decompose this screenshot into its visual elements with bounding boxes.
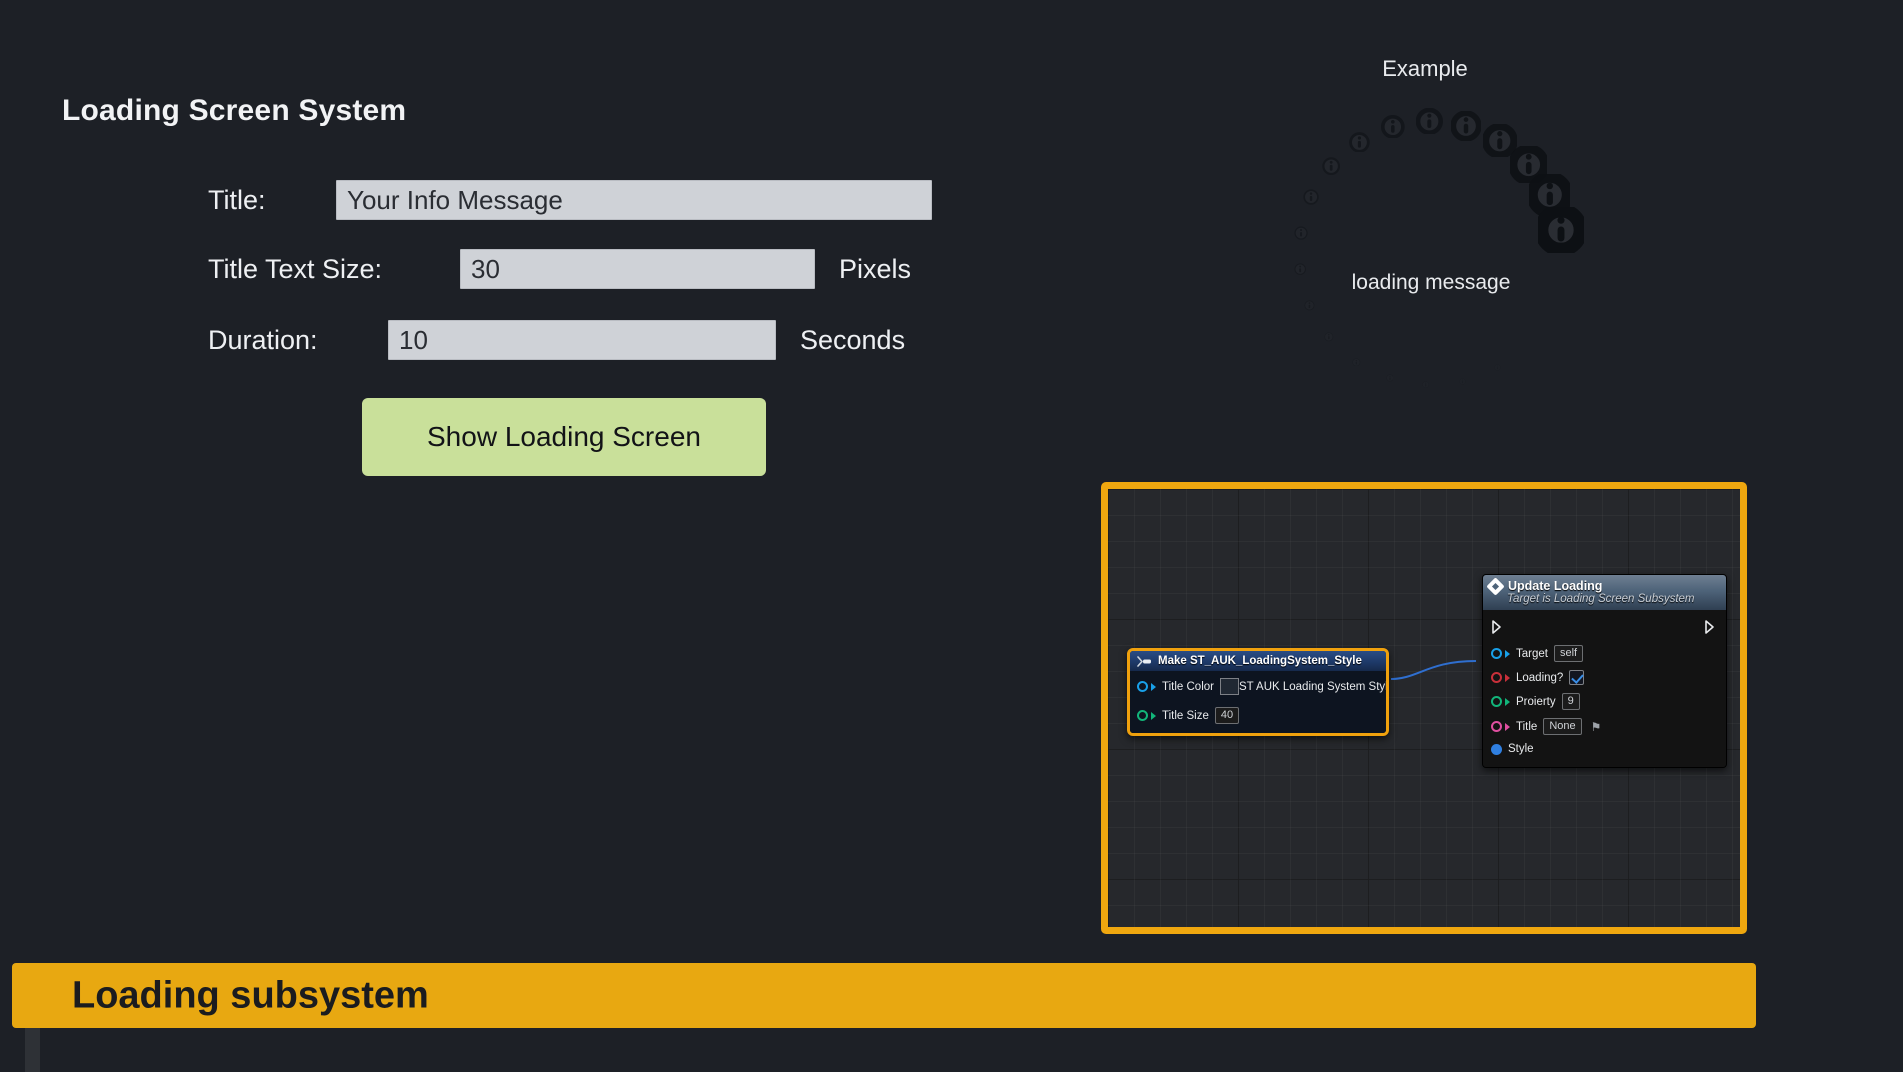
- proierty-pin-label: Proierty: [1516, 695, 1556, 708]
- example-heading: Example: [1382, 56, 1468, 81]
- bp-pin-proierty[interactable]: Proierty 9: [1483, 689, 1726, 714]
- info-icon: [1352, 357, 1361, 367]
- bp-node-subtitle: Target is Loading Screen Subsystem: [1507, 593, 1695, 605]
- title-color-label: Title Color: [1162, 680, 1214, 693]
- info-icon: [1416, 107, 1444, 135]
- exec-pin-row: [1483, 616, 1726, 641]
- info-icon: [1422, 381, 1430, 389]
- info-icon: [1304, 300, 1315, 311]
- target-pin-arrow: [1505, 649, 1510, 658]
- bp-node-body: Target self Loading? Proierty 9 Title No…: [1483, 610, 1726, 767]
- bp-node-make-style[interactable]: Make ST_AUK_LoadingSystem_Style Title Co…: [1127, 648, 1389, 736]
- title-color-pin-icon[interactable]: [1137, 681, 1148, 692]
- title-pin-value[interactable]: None: [1543, 718, 1582, 735]
- info-icon: [1381, 114, 1405, 139]
- diamond-icon: [1486, 576, 1505, 596]
- duration-input[interactable]: [388, 320, 776, 360]
- info-icon: [1322, 157, 1341, 176]
- unit-seconds: Seconds: [800, 324, 906, 355]
- exec-in-pin[interactable]: [1491, 619, 1505, 635]
- bp-make-header: Make ST_AUK_LoadingSystem_Style: [1130, 651, 1386, 671]
- title-size-value[interactable]: 40: [1214, 707, 1240, 724]
- proierty-pin-value[interactable]: 9: [1561, 693, 1580, 710]
- bp-pin-target[interactable]: Target self: [1483, 641, 1726, 666]
- target-pin-icon[interactable]: [1491, 648, 1502, 659]
- proierty-pin-arrow: [1505, 697, 1510, 706]
- info-icon: [1324, 332, 1334, 342]
- style-pin-icon[interactable]: [1491, 743, 1502, 755]
- form-row-title-size: Title Text Size: Pixels: [208, 249, 911, 289]
- title-size-label: Title Size: [1162, 709, 1209, 722]
- form-row-duration: Duration: Seconds: [208, 320, 905, 360]
- title-pin-arrow: [1505, 722, 1510, 731]
- bp-make-row-title-color: Title Color ST AUK Loading System Style: [1130, 678, 1386, 695]
- exec-out-pin[interactable]: [1704, 619, 1718, 635]
- unit-pixels: Pixels: [839, 253, 912, 284]
- form-row-title: Title:: [208, 180, 932, 220]
- bottom-banner-text: Loading subsystem: [72, 974, 429, 1016]
- blueprint-graph-panel[interactable]: Update Loading Target is Loading Screen …: [1101, 482, 1747, 934]
- style-pin-label: Style: [1508, 743, 1534, 755]
- bp-node-header: Update Loading Target is Loading Screen …: [1483, 575, 1726, 610]
- loading-spinner: loading message: [1271, 90, 1591, 420]
- info-icon: [1451, 110, 1482, 141]
- loading-pin-label: Loading?: [1516, 671, 1564, 684]
- bp-make-body: Title Color ST AUK Loading System Style: [1130, 671, 1386, 733]
- title-pin-label: Title: [1516, 720, 1538, 733]
- info-icon: [1293, 225, 1308, 240]
- label-title: Title:: [208, 184, 266, 215]
- show-loading-screen-button[interactable]: Show Loading Screen: [362, 398, 766, 476]
- flag-icon[interactable]: ⚑: [1591, 720, 1602, 734]
- loading-pin-arrow: [1505, 673, 1510, 682]
- bp-pin-title[interactable]: Title None ⚑: [1483, 714, 1726, 739]
- title-color-pin-arrow: [1151, 682, 1156, 691]
- title-input[interactable]: [336, 180, 932, 220]
- title-size-pin-arrow: [1151, 711, 1156, 720]
- info-icon: [1385, 374, 1394, 382]
- loading-checkbox[interactable]: [1569, 670, 1585, 685]
- info-icon: [1303, 189, 1320, 205]
- bp-pin-style[interactable]: Style: [1483, 739, 1726, 759]
- target-pin-label: Target: [1516, 647, 1548, 660]
- bp-make-title: Make ST_AUK_LoadingSystem_Style: [1158, 655, 1362, 667]
- make-struct-icon: [1137, 655, 1151, 667]
- label-title-text-size: Title Text Size:: [208, 253, 383, 284]
- loading-pin-icon[interactable]: [1491, 672, 1502, 683]
- bp-node-title: Update Loading: [1508, 579, 1603, 593]
- title-pin-icon[interactable]: [1491, 721, 1502, 732]
- app-root: Loading Screen System Title: Title Text …: [0, 0, 1903, 1072]
- bp-node-update-loading[interactable]: Update Loading Target is Loading Screen …: [1482, 574, 1727, 768]
- proierty-pin-icon[interactable]: [1491, 696, 1502, 707]
- make-output-label: ST AUK Loading System Style: [1238, 680, 1389, 693]
- title-size-pin-icon[interactable]: [1137, 710, 1148, 721]
- info-icon: [1294, 263, 1306, 276]
- bottom-banner: Loading subsystem: [12, 963, 1756, 1028]
- title-color-swatch[interactable]: [1219, 678, 1239, 695]
- info-icon: [1493, 364, 1501, 371]
- info-icon: [1349, 131, 1370, 153]
- bp-make-row-title-size: Title Size 40: [1130, 707, 1386, 724]
- info-icon: [1459, 377, 1466, 385]
- loading-message-text: loading message: [1351, 271, 1511, 294]
- label-duration: Duration:: [208, 324, 318, 355]
- page-title: Loading Screen System: [62, 94, 407, 127]
- target-pin-value[interactable]: self: [1553, 645, 1584, 662]
- title-text-size-input[interactable]: [460, 249, 815, 289]
- info-icon: [1537, 207, 1584, 254]
- bp-pin-loading[interactable]: Loading?: [1483, 666, 1726, 689]
